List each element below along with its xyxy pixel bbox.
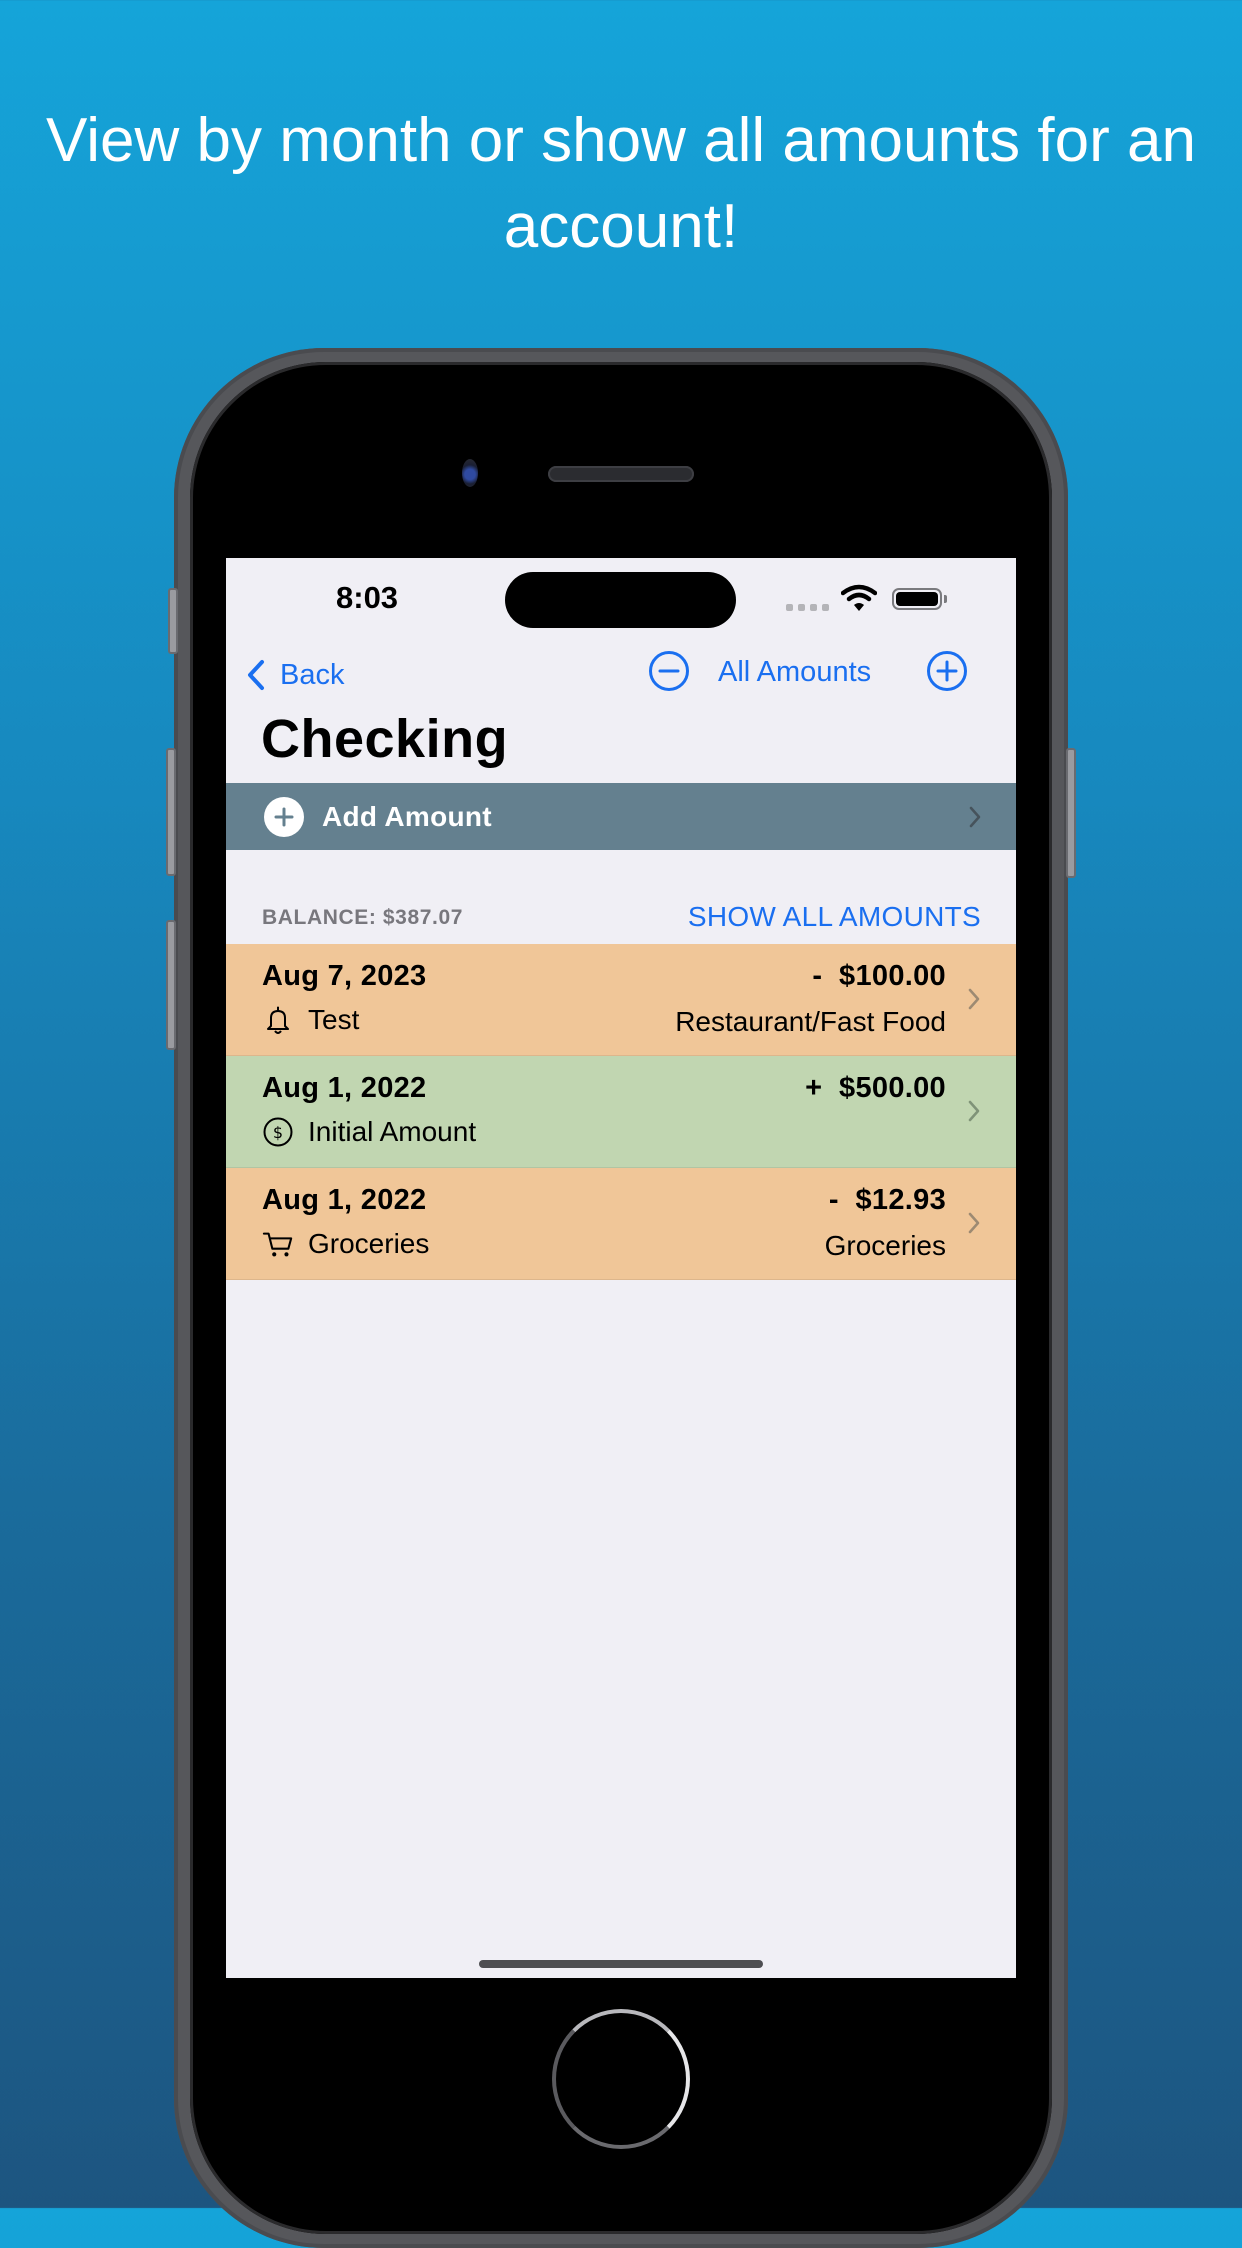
transaction-row[interactable]: Aug 7, 2023 - $100.00 Test Restaurant/Fa… (226, 944, 1016, 1056)
battery-icon (892, 588, 942, 610)
wifi-icon (841, 584, 877, 611)
chevron-right-icon (968, 1212, 980, 1234)
transaction-amount: + $500.00 (805, 1072, 946, 1104)
bell-icon (267, 1006, 289, 1034)
back-label: Back (280, 658, 345, 691)
transaction-list: Aug 7, 2023 - $100.00 Test Restaurant/Fa… (226, 944, 1016, 1280)
earpiece-speaker (548, 466, 694, 482)
transaction-description: Groceries (262, 1228, 429, 1260)
battery-cap (944, 595, 947, 603)
transaction-description: $ Initial Amount (262, 1116, 476, 1148)
chevron-left-icon (248, 660, 264, 690)
transaction-amount: - $100.00 (812, 960, 946, 992)
dynamic-island (505, 572, 736, 628)
volume-down-button (166, 920, 176, 1050)
balance-label: BALANCE: $387.07 (262, 906, 463, 929)
transaction-row[interactable]: Aug 1, 2022 - $12.93 Groceries Groceries (226, 1168, 1016, 1280)
dollar-circle-icon: $ (263, 1117, 293, 1147)
cart-icon (262, 1232, 293, 1257)
back-button[interactable]: Back (246, 650, 344, 700)
signal-dots-icon (786, 604, 829, 611)
transaction-amount: - $12.93 (828, 1184, 946, 1216)
add-amount-button[interactable]: Add Amount (226, 783, 1016, 850)
front-camera (462, 459, 478, 487)
transaction-note: Groceries (308, 1228, 430, 1259)
app-screen: 8:03 Back All Amounts Checking Add Amoun… (226, 558, 1016, 1978)
chevron-right-icon (968, 988, 980, 1010)
svg-text:$: $ (273, 1123, 283, 1142)
view-mode-button[interactable]: All Amounts (718, 656, 871, 689)
transaction-date: Aug 7, 2023 (262, 960, 427, 992)
transaction-description: Test (262, 1004, 359, 1036)
volume-up-button (166, 748, 176, 876)
minus-circle-icon[interactable] (648, 650, 690, 692)
status-time: 8:03 (336, 580, 399, 615)
plus-circle-icon[interactable] (926, 650, 968, 692)
page-title: Checking (261, 709, 509, 769)
chevron-right-icon (968, 1100, 980, 1122)
home-indicator[interactable] (479, 1960, 763, 1968)
show-all-amounts-button[interactable]: SHOW ALL AMOUNTS (688, 901, 981, 933)
plus-circle-filled-icon (264, 796, 304, 837)
add-amount-label: Add Amount (322, 800, 492, 832)
transaction-note: Test (308, 1004, 360, 1035)
power-button (1066, 748, 1076, 878)
transaction-date: Aug 1, 2022 (262, 1072, 427, 1104)
home-button[interactable] (552, 2009, 690, 2149)
transaction-date: Aug 1, 2022 (262, 1184, 427, 1216)
transaction-note: Initial Amount (308, 1116, 477, 1147)
chevron-right-icon (969, 806, 981, 828)
mute-switch (168, 588, 178, 654)
transaction-row[interactable]: Aug 1, 2022 + $500.00 $ Initial Amount (226, 1056, 1016, 1168)
transaction-category: Restaurant/Fast Food (675, 1006, 946, 1037)
transaction-category: Groceries (824, 1230, 946, 1261)
promo-headline: View by month or show all amounts for an… (46, 106, 1196, 261)
